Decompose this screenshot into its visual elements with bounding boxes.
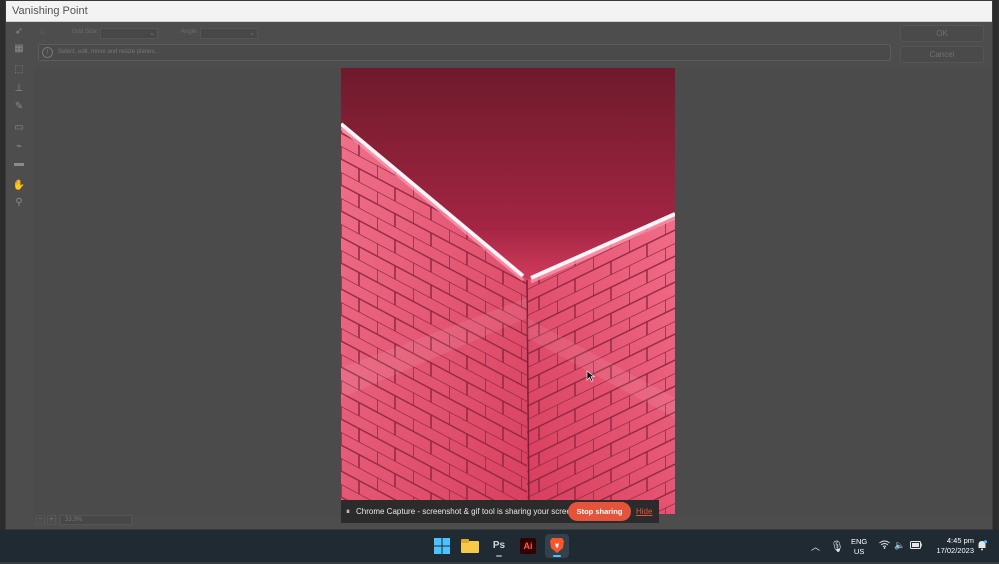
stamp-tool-icon[interactable]: ⊥ xyxy=(12,82,26,96)
speaker-icon[interactable]: 🔈 xyxy=(894,540,905,551)
hide-link[interactable]: Hide xyxy=(636,507,652,516)
chevron-down-icon: ⌄ xyxy=(249,30,255,37)
illustrator-icon[interactable]: Ai xyxy=(516,534,540,558)
transform-tool-icon[interactable]: ▭ xyxy=(12,121,26,135)
preview-image xyxy=(341,68,675,514)
info-icon: ! xyxy=(42,47,53,58)
options-bar: ⊹ Grid Size: ⌄ Angle: ⌄ xyxy=(6,23,992,43)
photoshop-icon[interactable]: Ps xyxy=(487,534,511,558)
info-text: Select, edit, move and resize planes. xyxy=(58,49,157,55)
grid-size-field[interactable]: ⌄ xyxy=(100,28,158,39)
battery-icon[interactable] xyxy=(910,540,922,552)
edit-plane-tool-icon[interactable]: ➶ xyxy=(12,25,26,39)
screen: Vanishing Point ⊹ Grid Size: ⌄ Angle: ⌄ … xyxy=(0,0,999,562)
windows-start-icon[interactable] xyxy=(430,534,454,558)
chevron-down-icon: ⌄ xyxy=(149,30,155,37)
info-bar: ! Select, edit, move and resize planes. xyxy=(38,44,891,61)
zoom-tool-icon[interactable]: ⚲ xyxy=(12,196,26,210)
share-message: Chrome Capture - screenshot & gif tool i… xyxy=(356,507,578,516)
microphone-icon[interactable]: 🎙 xyxy=(830,540,844,553)
dialog-title: Vanishing Point xyxy=(12,5,88,17)
language-indicator[interactable]: ENG US xyxy=(851,537,867,557)
brush-tool-icon[interactable]: ✎ xyxy=(12,100,26,114)
cancel-button[interactable]: Cancel xyxy=(900,46,984,63)
tool-panel: ➶ ▦ ⬚ ⊥ ✎ ▭ ⌁ ▬ ✋ ⚲ xyxy=(6,23,32,213)
dialog-titlebar[interactable]: Vanishing Point xyxy=(6,1,992,22)
screen-share-notice: ⏸ Chrome Capture - screenshot & gif tool… xyxy=(341,500,659,523)
angle-label: Angle: xyxy=(181,29,199,35)
measure-tool-icon[interactable]: ▬ xyxy=(12,157,26,171)
pause-icon: ⏸ xyxy=(346,507,350,516)
plane-icon: ⊹ xyxy=(40,30,46,36)
clock[interactable]: 4:45 pm 17/02/2023 xyxy=(928,536,974,556)
marquee-tool-icon[interactable]: ⬚ xyxy=(12,63,26,77)
hand-tool-icon[interactable]: ✋ xyxy=(12,179,26,193)
ok-button[interactable]: OK xyxy=(900,25,984,42)
status-bar: − + 33.3% xyxy=(30,514,190,526)
brave-browser-icon[interactable] xyxy=(545,534,569,558)
zoom-field[interactable]: 33.3% xyxy=(60,515,132,525)
notification-icon[interactable] xyxy=(977,540,988,554)
create-plane-tool-icon[interactable]: ▦ xyxy=(12,42,26,56)
wifi-icon[interactable] xyxy=(879,540,890,552)
grid-size-label: Grid Size: xyxy=(72,29,99,35)
eyedropper-tool-icon[interactable]: ⌁ xyxy=(12,140,26,154)
angle-field[interactable]: ⌄ xyxy=(200,28,258,39)
taskbar: Ps Ai ︿ 🎙 ENG US 🔈 4:45 pm 17/02/2023 xyxy=(0,530,999,562)
stop-sharing-button[interactable]: Stop sharing xyxy=(568,502,631,521)
app-background-right xyxy=(993,0,999,530)
zoom-out-button[interactable]: − xyxy=(36,515,45,525)
brick-corner-photo xyxy=(341,68,675,514)
zoom-in-button[interactable]: + xyxy=(47,515,56,525)
chevron-up-icon[interactable]: ︿ xyxy=(811,540,820,553)
file-explorer-icon[interactable] xyxy=(458,534,482,558)
